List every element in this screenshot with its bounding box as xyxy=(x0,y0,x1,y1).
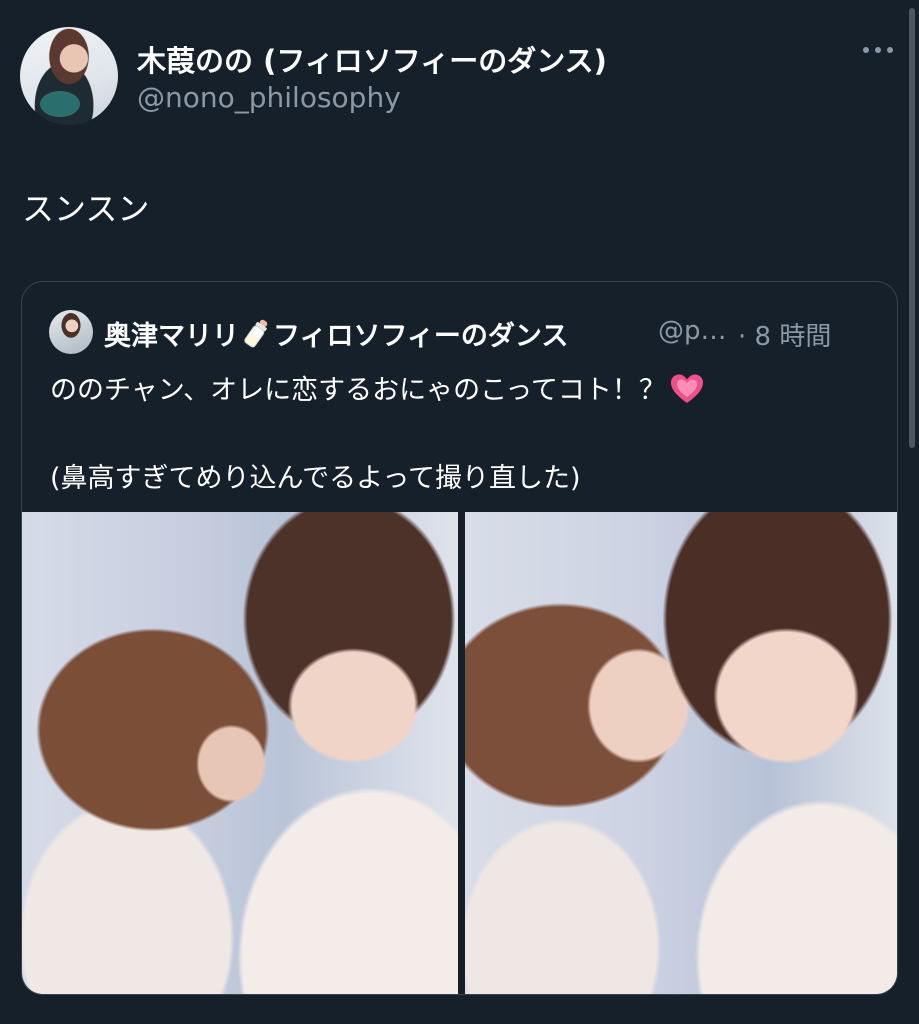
quoted-text-line2: (鼻高すぎてめり込んでるよって撮り直した) xyxy=(50,463,581,494)
quoted-author-name-part1: 奥津マリリ xyxy=(104,321,239,352)
quoted-photo-2[interactable] xyxy=(465,512,897,994)
author-display-name[interactable]: 木葭のの (フィロソフィーのダンス) xyxy=(137,38,607,80)
tweet[interactable]: 木葭のの (フィロソフィーのダンス) @nono_philosophy スンスン… xyxy=(0,0,919,1024)
more-options-icon[interactable] xyxy=(863,44,893,56)
quoted-timestamp[interactable]: · 8 時間 xyxy=(738,316,831,353)
growing-heart-icon xyxy=(670,374,703,403)
baby-bottle-icon xyxy=(244,319,268,348)
quoted-author-name[interactable]: 奥津マリリ フィロソフィーのダンス xyxy=(104,314,568,353)
author-handle[interactable]: @nono_philosophy xyxy=(137,81,401,114)
quoted-tweet[interactable]: 奥津マリリ フィロソフィーのダンス @p… · 8 時間 ののチャン、オレに恋す… xyxy=(21,281,898,995)
quoted-author-name-part2: フィロソフィーのダンス xyxy=(273,321,569,352)
dot-icon xyxy=(887,47,893,53)
quoted-photo-1[interactable] xyxy=(22,512,458,994)
photo-divider xyxy=(458,512,465,994)
quoted-author-avatar[interactable] xyxy=(49,310,93,354)
scrollbar[interactable] xyxy=(909,8,915,448)
quoted-text-line1: ののチャン、オレに恋するおにゃのこってコト！？ xyxy=(50,368,704,407)
quoted-author-handle[interactable]: @p… xyxy=(658,316,727,346)
dot-icon xyxy=(863,47,869,53)
author-avatar[interactable] xyxy=(20,27,118,125)
quoted-text-line1-content: ののチャン、オレに恋するおにゃのこってコト！？ xyxy=(50,375,666,406)
dot-icon xyxy=(875,47,881,53)
tweet-text: スンスン xyxy=(22,190,150,228)
avatar-outfit xyxy=(40,91,80,117)
